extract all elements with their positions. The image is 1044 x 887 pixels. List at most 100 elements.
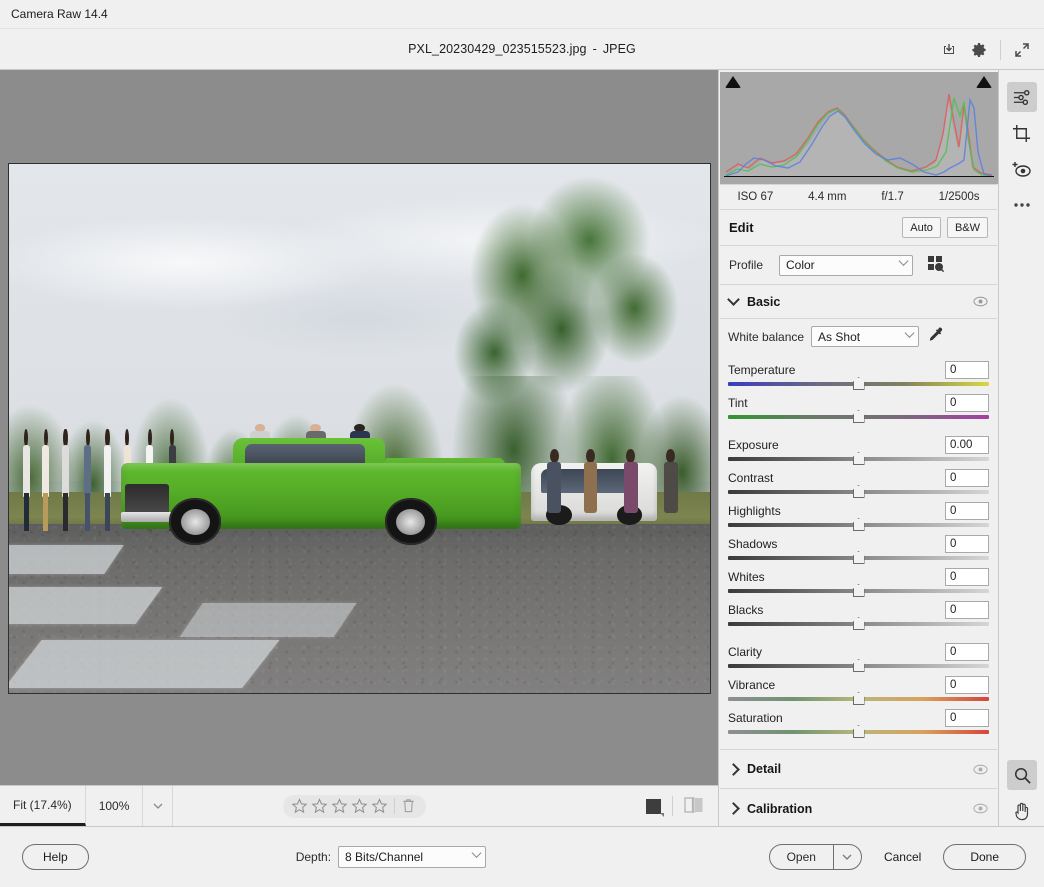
slider-track[interactable] (728, 382, 989, 386)
slider-track[interactable] (728, 523, 989, 527)
basic-sliders: Temperature0Tint0Exposure0.00Contrast0Hi… (728, 359, 989, 734)
trash-icon[interactable] (401, 798, 418, 815)
visibility-eye-icon[interactable] (973, 764, 988, 775)
rating-star[interactable] (351, 798, 368, 815)
chevron-down-icon (727, 293, 740, 306)
slider-value-input[interactable]: 0 (945, 709, 989, 727)
rating-star[interactable] (291, 798, 308, 815)
slider-value-input[interactable]: 0 (945, 535, 989, 553)
chevron-down-icon (905, 328, 915, 338)
slider-exposure[interactable]: Exposure 0.00 (728, 434, 989, 461)
depth-select[interactable]: 8 Bits/Channel (338, 846, 486, 868)
slider-shadows[interactable]: Shadows 0 (728, 533, 989, 560)
visibility-eye-icon[interactable] (973, 296, 988, 307)
hand-tool-icon[interactable] (1007, 796, 1037, 826)
eyedropper-icon[interactable] (926, 326, 944, 347)
chevron-down-icon (472, 848, 482, 858)
image-canvas[interactable] (0, 70, 718, 785)
slider-track[interactable] (728, 589, 989, 593)
ute-wheel (169, 498, 221, 545)
cancel-button[interactable]: Cancel (884, 850, 921, 864)
slider-value-input[interactable]: 0 (945, 469, 989, 487)
slider-track[interactable] (728, 490, 989, 494)
done-button[interactable]: Done (943, 844, 1026, 870)
slider-label: Contrast (728, 471, 773, 485)
slider-whites[interactable]: Whites0 (728, 566, 989, 593)
white-balance-select[interactable]: As Shot (811, 326, 919, 347)
rating-star[interactable] (311, 798, 328, 815)
slider-value-input[interactable]: 0 (945, 361, 989, 379)
header-actions (935, 29, 1036, 70)
before-after-icon[interactable] (684, 796, 704, 817)
slider-blacks[interactable]: Blacks0 (728, 599, 989, 626)
profile-browser-icon[interactable] (927, 255, 944, 275)
slider-saturation[interactable]: Saturation0 (728, 707, 989, 734)
rating-star[interactable] (331, 798, 348, 815)
open-button[interactable]: Open (769, 844, 862, 870)
slider-tint[interactable]: Tint 0 (728, 392, 989, 419)
footer-bar: Help Depth: 8 Bits/Channel Open Cancel D… (0, 826, 1044, 887)
help-button[interactable]: Help (22, 844, 89, 870)
bottom-toolbar: Fit (17.4%) 100% (0, 785, 718, 826)
open-button-label: Open (770, 845, 833, 869)
bw-button[interactable]: B&W (947, 217, 988, 238)
title-bar: Camera Raw 14.4 (0, 0, 1044, 29)
slider-value-input[interactable]: 0 (945, 643, 989, 661)
photo-frame[interactable] (8, 163, 711, 694)
spot-removal-icon[interactable] (1007, 154, 1037, 184)
zoom-dropdown-caret[interactable] (143, 786, 173, 826)
expand-icon[interactable] (1008, 36, 1036, 64)
slider-track[interactable] (728, 664, 989, 668)
slider-highlights[interactable]: Highlights0 (728, 500, 989, 527)
slider-temperature[interactable]: Temperature0 (728, 359, 989, 386)
rating-divider (394, 798, 395, 814)
slider-value-input[interactable]: 0 (945, 394, 989, 412)
profile-select[interactable]: Color (779, 255, 913, 276)
slider-label: Tint (728, 396, 748, 410)
crop-icon[interactable] (1007, 118, 1037, 148)
shadow-clipping-indicator[interactable] (725, 76, 742, 91)
zoom-fit-tab[interactable]: Fit (17.4%) (0, 786, 86, 826)
highlight-clipping-indicator[interactable] (976, 76, 993, 91)
slider-track[interactable] (728, 415, 989, 419)
zoom-tool-icon[interactable] (1007, 760, 1037, 790)
slider-value-input[interactable]: 0.00 (945, 436, 989, 454)
detail-section-header[interactable]: Detail (720, 749, 997, 789)
save-icon[interactable] (935, 36, 963, 64)
edit-header: Edit Auto B&W (720, 210, 997, 246)
file-name: PXL_20230429_023515523.jpg (408, 42, 586, 56)
edit-sliders-icon[interactable] (1007, 82, 1037, 112)
slider-value-input[interactable]: 0 (945, 568, 989, 586)
header-divider (1000, 40, 1001, 60)
basic-section-header[interactable]: Basic (720, 285, 997, 319)
more-options-icon[interactable] (1007, 190, 1037, 220)
slider-clarity[interactable]: Clarity 0 (728, 641, 989, 668)
slider-label: Clarity (728, 645, 762, 659)
gear-icon[interactable] (965, 36, 993, 64)
visibility-eye-icon[interactable] (973, 803, 988, 814)
calibration-section-header[interactable]: Calibration (720, 789, 997, 829)
rating-star[interactable] (371, 798, 388, 815)
slider-label: Vibrance (728, 678, 775, 692)
slider-track[interactable] (728, 556, 989, 560)
slider-track[interactable] (728, 622, 989, 626)
background-color-swatch[interactable] (646, 799, 661, 814)
open-dropdown-caret[interactable] (833, 845, 861, 869)
slider-track[interactable] (728, 457, 989, 461)
slider-contrast[interactable]: Contrast 0 (728, 467, 989, 494)
rating-stars[interactable] (283, 795, 426, 818)
slider-value-input[interactable]: 0 (945, 676, 989, 694)
slider-vibrance[interactable]: Vibrance 0 (728, 674, 989, 701)
green-ute-car (121, 429, 521, 545)
slider-value-input[interactable]: 0 (945, 502, 989, 520)
slider-value-input[interactable]: 0 (945, 601, 989, 619)
zoom-100-tab[interactable]: 100% (86, 786, 144, 826)
detail-section-title: Detail (747, 762, 973, 776)
slider-label: Exposure (728, 438, 779, 452)
slider-label: Shadows (728, 537, 777, 551)
slider-track[interactable] (728, 697, 989, 701)
depth-value: 8 Bits/Channel (345, 850, 423, 864)
auto-button[interactable]: Auto (902, 217, 941, 238)
slider-track[interactable] (728, 730, 989, 734)
histogram[interactable] (720, 72, 998, 184)
